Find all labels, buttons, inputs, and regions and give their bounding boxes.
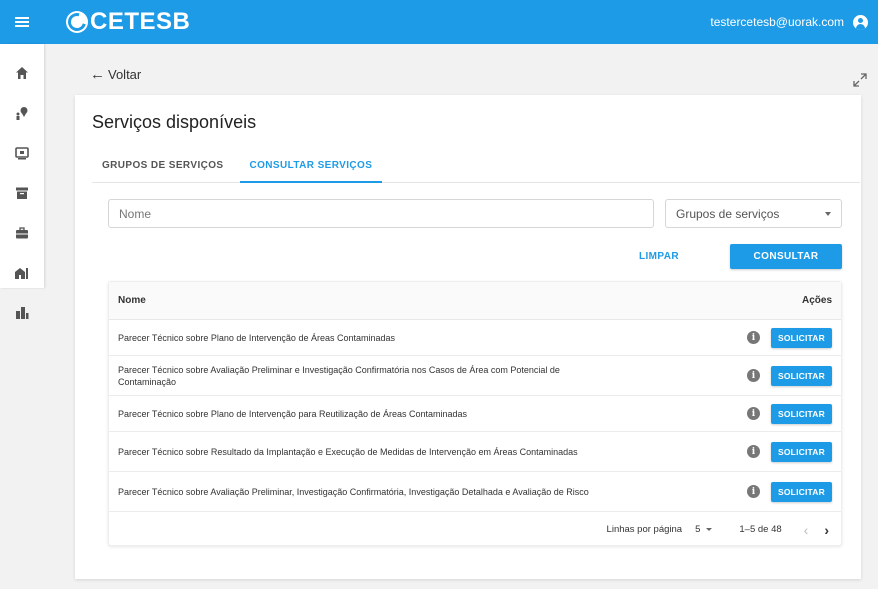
services-table: Nome Ações Parecer Técnico sobre Plano d… [108,281,842,546]
tabs: GRUPOS DE SERVIÇOS CONSULTAR SERVIÇOS [92,151,860,183]
sidebar-item-monitor[interactable] [0,136,44,170]
cetesb-logo-icon [66,11,88,33]
info-icon[interactable]: i [747,407,760,420]
archive-icon [16,187,28,199]
service-groups-select[interactable]: Grupos de serviços [665,199,842,228]
column-header-name: Nome [118,295,146,306]
table-row: Parecer Técnico sobre Plano de Intervenç… [109,396,841,432]
sidebar-item-archive[interactable] [0,176,44,210]
sidebar-item-house[interactable] [0,256,44,290]
buildings-icon [16,307,29,319]
clear-button[interactable]: LIMPAR [631,245,687,269]
chevron-left-icon[interactable]: ‹ [804,522,809,538]
info-icon[interactable]: i [747,445,760,458]
user-email: testercetesb@uorak.com [710,15,844,29]
service-name: Parecer Técnico sobre Avaliação Prelimin… [118,486,589,497]
chevron-right-icon[interactable]: › [824,522,829,538]
sidebar-item-services[interactable] [0,96,44,130]
back-link[interactable]: ← Voltar [90,66,141,83]
brand-logo[interactable]: CETESB [66,8,190,36]
top-app-bar: CETESB testercetesb@uorak.com [0,0,878,44]
table-row: Parecer Técnico sobre Resultado da Impla… [109,432,841,472]
services-card: Serviços disponíveis GRUPOS DE SERVIÇOS … [75,95,861,579]
arrow-left-icon: ← [90,66,105,83]
sidebar-item-home[interactable] [0,56,44,90]
request-button[interactable]: SOLICITAR [771,441,832,462]
service-name: Parecer Técnico sobre Plano de Intervenç… [118,408,468,419]
account-icon[interactable] [853,14,868,30]
chevron-down-icon [706,528,713,531]
service-name: Parecer Técnico sobre Resultado da Impla… [118,446,578,457]
service-name: Parecer Técnico sobre Plano de Intervenç… [118,332,395,343]
service-name: Parecer Técnico sobre Avaliação Prelimin… [118,364,560,387]
monitor-icon [15,147,29,160]
pagination-range: 1–5 de 48 [739,524,782,535]
table-row: Parecer Técnico sobre Plano de Intervenç… [109,320,841,356]
home-icon [16,67,28,79]
brand-name: CETESB [90,8,191,35]
expand-icon[interactable] [852,72,868,88]
house-key-icon [15,268,28,279]
rows-per-page-label: Linhas por página [606,524,683,535]
column-header-actions: Ações [801,295,832,306]
request-button[interactable]: SOLICITAR [771,365,832,386]
tab-consult-services[interactable]: CONSULTAR SERVIÇOS [239,151,383,183]
table-row: Parecer Técnico sobre Avaliação Prelimin… [109,356,841,396]
user-menu[interactable]: testercetesb@uorak.com [710,14,868,30]
chevron-down-icon [825,211,831,216]
service-groups-select-label: Grupos de serviços [676,206,780,221]
rows-per-page-select[interactable]: 5 [695,524,713,535]
info-icon[interactable]: i [747,369,760,382]
back-label: Voltar [108,67,142,82]
info-icon[interactable]: i [747,331,760,344]
location-person-icon [16,107,28,120]
info-icon[interactable]: i [747,485,760,498]
table-row: Parecer Técnico sobre Avaliação Prelimin… [109,472,841,512]
name-search-input[interactable] [108,199,654,228]
rows-per-page-value: 5 [695,524,701,535]
sidebar [0,44,44,319]
tab-service-groups[interactable]: GRUPOS DE SERVIÇOS [92,151,234,183]
request-button[interactable]: SOLICITAR [771,481,832,502]
pagination: Linhas por página 5 1–5 de 48 ‹ › [109,512,841,547]
menu-button[interactable] [0,0,44,44]
consult-button[interactable]: CONSULTAR [730,244,842,269]
request-button[interactable]: SOLICITAR [771,403,832,424]
sidebar-item-briefcase[interactable] [0,216,44,250]
briefcase-icon [16,227,28,239]
page-title: Serviços disponíveis [92,112,257,132]
table-header: Nome Ações [109,282,841,320]
hamburger-icon [15,17,29,27]
sidebar-item-buildings[interactable] [0,296,44,330]
request-button[interactable]: SOLICITAR [771,327,832,348]
